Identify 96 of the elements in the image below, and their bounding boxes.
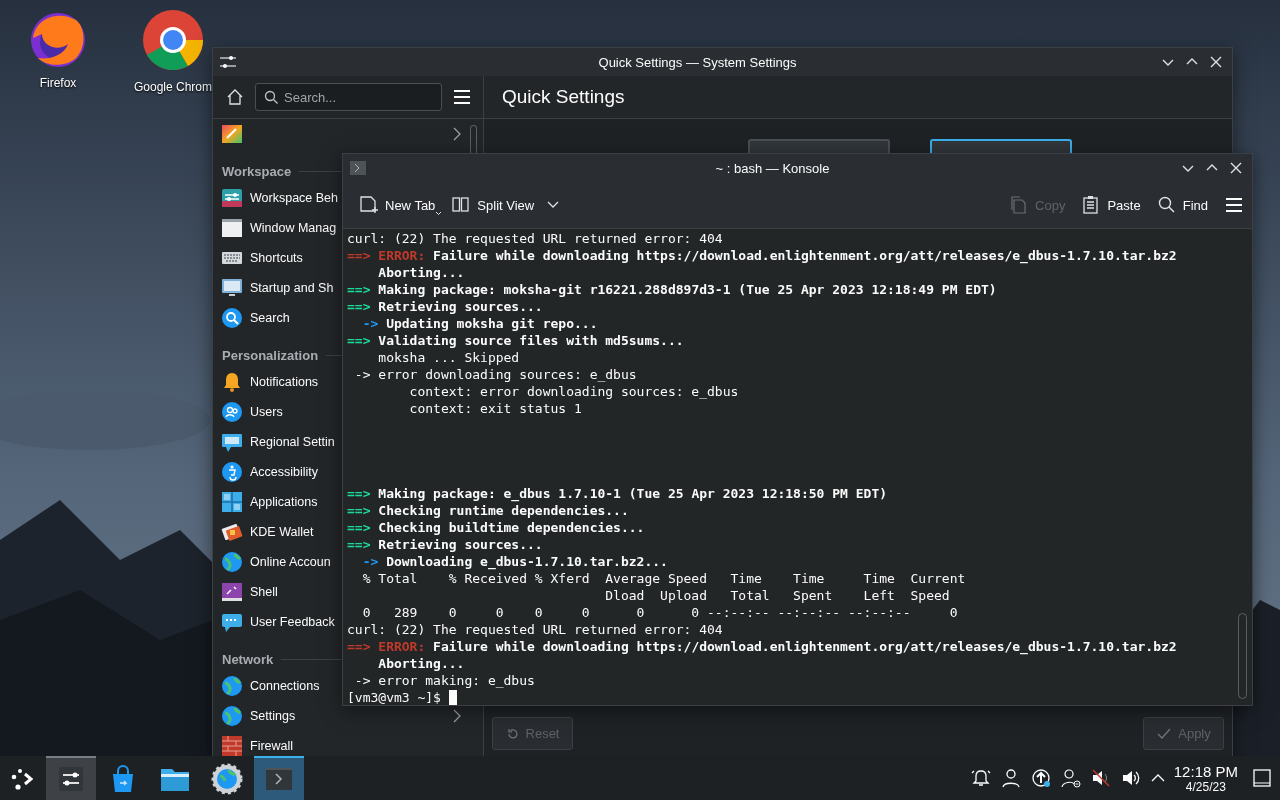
terminal-line: ==> Making package: moksha-git r16221.288d897d3-1 (Tue 25 Apr 2023 12:18:49 PM EDT) bbox=[347, 281, 998, 298]
home-icon bbox=[225, 87, 245, 107]
terminal-line: Aborting... bbox=[377, 264, 466, 281]
shell-prompt: [vm3@vm3 ~]$ bbox=[347, 689, 441, 705]
sidebar-item[interactable]: Online Accoun bbox=[213, 551, 337, 573]
search-icon bbox=[1156, 195, 1177, 215]
sparkle-icon bbox=[221, 581, 243, 603]
sidebar-item[interactable]: Workspace Beh bbox=[213, 187, 344, 209]
sidebar-item[interactable]: Shell bbox=[213, 581, 284, 603]
grid-icon bbox=[221, 491, 243, 513]
sliders-icon bbox=[221, 187, 243, 209]
columns-icon bbox=[451, 195, 472, 215]
check-icon bbox=[1156, 726, 1173, 741]
terminal-line: ==> Validating source files with md5sums... bbox=[347, 332, 685, 349]
sidebar-item[interactable]: Regional Settin bbox=[213, 431, 341, 453]
caret-icon bbox=[546, 200, 561, 210]
terminal-line: 0 289 0 0 0 0 0 0 --:--:-- --:--:-- --:--:-- 0 bbox=[361, 604, 959, 621]
show-desktop-icon[interactable] bbox=[1252, 768, 1272, 788]
section-heading: Workspace bbox=[222, 164, 292, 179]
gear-globe-icon bbox=[211, 763, 243, 795]
toolbar-button[interactable]: Split View bbox=[445, 188, 567, 222]
new-tab-icon bbox=[359, 195, 379, 215]
terminal-line: context: error downloading sources: e_dbus bbox=[408, 383, 740, 400]
chevron-icon bbox=[452, 127, 462, 141]
theme-thumbnail[interactable] bbox=[930, 139, 1072, 153]
terminal-line: ==> Checking buildtime dependencies... bbox=[347, 519, 646, 536]
terminal-line: curl: (22) The requested URL returned error: 404 bbox=[347, 230, 724, 247]
bell-icon[interactable] bbox=[969, 767, 992, 789]
terminal-line: moksha ... Skipped bbox=[377, 349, 521, 366]
chevron-icon bbox=[452, 709, 462, 723]
clock[interactable]: 12:18 PM 4/25/23 bbox=[1173, 762, 1238, 794]
terminal-line: -> error making: e_dbus bbox=[353, 672, 536, 689]
desktop-icon-label[interactable]: Firefox bbox=[39, 76, 77, 90]
close-icon bbox=[1210, 56, 1222, 68]
section-heading: Personalization bbox=[222, 348, 319, 363]
terminal-icon bbox=[349, 160, 367, 176]
sidebar-item[interactable]: Accessibility bbox=[213, 461, 325, 483]
globe-icon bbox=[221, 705, 243, 727]
sidebar-item[interactable]: Firewall bbox=[213, 735, 300, 757]
terminal-line: ==> Checking runtime dependencies... bbox=[347, 502, 630, 519]
sidebar-item[interactable]: Applications bbox=[213, 491, 324, 513]
terminal-line: ==> ERROR: Failure while downloading https://download.enlightenment.org/att/releases/e_dbus-1.7.10.tar.bz2 bbox=[347, 638, 1178, 655]
globe-icon bbox=[221, 675, 243, 697]
terminal-line: -> error downloading sources: e_dbus bbox=[353, 366, 638, 383]
terminal-line: % Total % Received % Xferd Average Speed Time Time Time Current bbox=[361, 570, 967, 587]
sidebar-item[interactable]: User Feedback bbox=[213, 611, 341, 633]
toolbar-button[interactable]: New Tab bbox=[353, 188, 442, 222]
terminal-line: -> Updating moksha git repo... bbox=[361, 315, 599, 332]
ring-icon[interactable] bbox=[141, 8, 205, 72]
undo-icon bbox=[505, 726, 520, 741]
palette-icon bbox=[221, 123, 243, 145]
sidebar-item[interactable]: Users bbox=[213, 401, 289, 423]
desktop-icon-label[interactable]: Google Chrom bbox=[133, 80, 212, 94]
bell-icon bbox=[221, 371, 243, 393]
search-icon bbox=[264, 90, 278, 104]
sidebar-item[interactable]: Connections bbox=[213, 675, 326, 697]
terminal-line: Dload Upload Total Spent Left Speed bbox=[604, 587, 951, 604]
sidebar-item[interactable]: Window Manag bbox=[213, 217, 343, 239]
update-icon[interactable] bbox=[1029, 767, 1052, 789]
menu-icon bbox=[1224, 195, 1244, 215]
page-title: Quick Settings bbox=[502, 86, 625, 108]
toolbar-button[interactable]: Find bbox=[1150, 188, 1214, 222]
sliders-icon bbox=[219, 54, 237, 70]
sidebar-item[interactable]: KDE Wallet bbox=[213, 521, 320, 543]
toolbar-button[interactable]: Paste bbox=[1075, 188, 1147, 222]
menu-icon bbox=[452, 87, 472, 107]
section-heading: Network bbox=[222, 652, 274, 667]
window-icon bbox=[221, 217, 243, 239]
people-icon bbox=[221, 401, 243, 423]
theme-thumbnail[interactable] bbox=[748, 139, 890, 153]
terminal-line: ==> Retrieving sources... bbox=[347, 298, 544, 315]
monitor-icon bbox=[221, 277, 243, 299]
terminal-line: curl: (22) The requested URL returned error: 404 bbox=[347, 621, 724, 638]
caret-icon bbox=[435, 211, 443, 216]
window-title: Quick Settings — System Settings bbox=[597, 54, 798, 70]
sidebar-item[interactable]: Notifications bbox=[213, 371, 325, 393]
accessibility-icon bbox=[221, 461, 243, 483]
terminal-line: Aborting... bbox=[377, 655, 466, 672]
taskbar-item[interactable] bbox=[46, 756, 96, 800]
sidebar-item[interactable]: Shortcuts bbox=[213, 247, 309, 269]
terminal-line: ==> ERROR: Failure while downloading https://download.enlightenment.org/att/releases/e_dbus-1.7.10.tar.bz2 bbox=[347, 247, 1178, 264]
terminal-line: context: exit status 1 bbox=[408, 400, 583, 417]
speech-bubble-icon bbox=[221, 431, 243, 453]
globe-icon bbox=[221, 551, 243, 573]
sidebar-item[interactable]: Search bbox=[213, 307, 296, 329]
sidebar-item[interactable]: Startup and Sh bbox=[213, 277, 340, 299]
terminal-line: ==> Making package: e_dbus 1.7.10-1 (Tue 25 Apr 2023 12:18:50 PM EDT) bbox=[347, 485, 889, 502]
chat-icon bbox=[221, 611, 243, 633]
window-title: ~ : bash — Konsole bbox=[714, 160, 831, 176]
brick-wall-icon bbox=[221, 735, 243, 757]
terminal-line: -> Downloading e_dbus-1.7.10.tar.bz2... bbox=[361, 553, 669, 570]
close-icon bbox=[1230, 162, 1242, 174]
terminal-line: ==> Retrieving sources... bbox=[347, 536, 544, 553]
search-icon bbox=[221, 307, 243, 329]
user-minus-icon[interactable] bbox=[1059, 767, 1082, 789]
search-field[interactable]: Search... bbox=[255, 83, 442, 111]
